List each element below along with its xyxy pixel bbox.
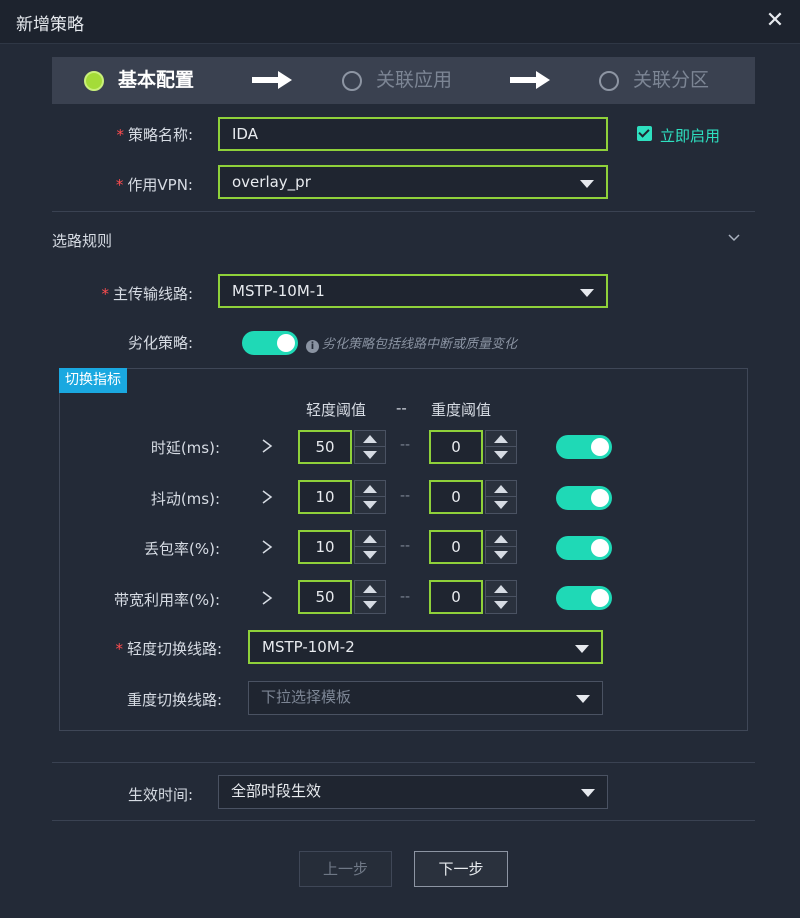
close-icon[interactable]: ✕	[762, 8, 788, 34]
spin-down-icon[interactable]	[355, 497, 385, 513]
caret-down-icon	[576, 695, 590, 703]
jitter-heavy-stepper[interactable]	[485, 480, 517, 514]
jitter-heavy-input[interactable]: 0	[429, 480, 483, 514]
dialog-title: 新增策略	[16, 15, 84, 35]
info-icon: i	[306, 340, 319, 353]
spin-up-icon[interactable]	[355, 581, 385, 597]
jitter-label: 抖动(ms):	[150, 490, 220, 508]
step-label: 关联应用	[376, 69, 453, 91]
step-dot-icon	[342, 71, 362, 91]
latency-light-input[interactable]: 50	[298, 430, 352, 464]
spin-down-icon[interactable]	[486, 497, 516, 513]
divider	[52, 820, 755, 821]
row-separator: --	[400, 437, 411, 453]
light-switch-select[interactable]: MSTP-10M-2	[248, 630, 603, 664]
jitter-toggle[interactable]	[556, 486, 612, 510]
packet-loss-light-input[interactable]: 10	[298, 530, 352, 564]
heavy-switch-select[interactable]: 下拉选择模板	[248, 681, 603, 715]
prev-step-button[interactable]: 上一步	[299, 851, 392, 887]
greater-than-icon	[262, 591, 273, 605]
next-step-button[interactable]: 下一步	[414, 851, 508, 887]
spin-up-icon[interactable]	[355, 481, 385, 497]
vpn-select[interactable]: overlay_pr	[218, 165, 608, 199]
divider	[52, 211, 755, 212]
bandwidth-util-label: 带宽利用率(%):	[113, 591, 220, 609]
divider	[52, 762, 755, 763]
jitter-light-stepper[interactable]	[354, 480, 386, 514]
degrade-policy-toggle[interactable]	[242, 331, 298, 355]
primary-link-select[interactable]: MSTP-10M-1	[218, 274, 608, 308]
spin-up-icon[interactable]	[355, 431, 385, 447]
greater-than-icon	[262, 439, 273, 453]
spin-up-icon[interactable]	[486, 481, 516, 497]
spin-down-icon[interactable]	[486, 547, 516, 563]
packet-loss-toggle[interactable]	[556, 536, 612, 560]
bandwidth-util-light-input[interactable]: 50	[298, 580, 352, 614]
checkbox-checked-icon	[637, 126, 652, 141]
latency-heavy-input[interactable]: 0	[429, 430, 483, 464]
spin-up-icon[interactable]	[486, 431, 516, 447]
latency-toggle[interactable]	[556, 435, 612, 459]
policy-name-label: * 策略名称:	[116, 126, 193, 144]
chevron-down-icon[interactable]	[728, 232, 740, 244]
spin-down-icon[interactable]	[486, 597, 516, 613]
latency-light-stepper[interactable]	[354, 430, 386, 464]
packet-loss-light-stepper[interactable]	[354, 530, 386, 564]
steps-bar: 基本配置 关联应用 关联分区	[52, 57, 755, 104]
caret-down-icon	[580, 180, 594, 188]
degrade-policy-label: 劣化策略:	[127, 334, 193, 352]
row-separator: --	[400, 589, 411, 605]
spin-up-icon[interactable]	[355, 531, 385, 547]
step-label: 关联分区	[633, 69, 710, 91]
row-separator: --	[400, 538, 411, 554]
jitter-light-input[interactable]: 10	[298, 480, 352, 514]
spin-down-icon[interactable]	[355, 447, 385, 463]
packet-loss-heavy-stepper[interactable]	[485, 530, 517, 564]
heavy-threshold-header: 重度阈值	[431, 401, 492, 419]
latency-label: 时延(ms):	[150, 439, 220, 457]
greater-than-icon	[262, 540, 273, 554]
packet-loss-heavy-input[interactable]: 0	[429, 530, 483, 564]
route-rules-title: 选路规则	[52, 232, 113, 250]
caret-down-icon	[581, 789, 595, 797]
switch-metrics-tag: 切换指标	[59, 368, 127, 393]
light-switch-label: * 轻度切换线路:	[115, 640, 222, 658]
step-active-dot-icon	[84, 71, 104, 91]
caret-down-icon	[575, 645, 589, 653]
caret-down-icon	[580, 289, 594, 297]
bandwidth-util-light-stepper[interactable]	[354, 580, 386, 614]
policy-name-input[interactable]: IDA	[218, 117, 608, 151]
spin-down-icon[interactable]	[486, 447, 516, 463]
degrade-hint: i 劣化策略包括线路中断或质量变化	[306, 333, 517, 353]
arrow-right-icon	[252, 71, 292, 89]
row-separator: --	[400, 488, 411, 504]
primary-link-label: * 主传输线路:	[101, 285, 193, 303]
latency-heavy-stepper[interactable]	[485, 430, 517, 464]
step-dot-icon	[599, 71, 619, 91]
heavy-switch-label: 重度切换线路:	[126, 691, 222, 709]
bandwidth-util-heavy-input[interactable]: 0	[429, 580, 483, 614]
bandwidth-util-toggle[interactable]	[556, 586, 612, 610]
greater-than-icon	[262, 490, 273, 504]
arrow-right-icon	[510, 71, 550, 89]
effective-time-select[interactable]: 全部时段生效	[218, 775, 608, 809]
packet-loss-label: 丢包率(%):	[143, 540, 220, 558]
step-label: 基本配置	[118, 69, 195, 91]
spin-up-icon[interactable]	[486, 531, 516, 547]
header-separator: --	[396, 399, 407, 417]
vpn-label: * 作用VPN:	[115, 176, 193, 194]
dialog-titlebar: 新增策略 ✕	[0, 0, 800, 44]
effective-time-label: 生效时间:	[127, 786, 193, 804]
bandwidth-util-heavy-stepper[interactable]	[485, 580, 517, 614]
spin-up-icon[interactable]	[486, 581, 516, 597]
spin-down-icon[interactable]	[355, 597, 385, 613]
light-threshold-header: 轻度阈值	[306, 401, 367, 419]
spin-down-icon[interactable]	[355, 547, 385, 563]
